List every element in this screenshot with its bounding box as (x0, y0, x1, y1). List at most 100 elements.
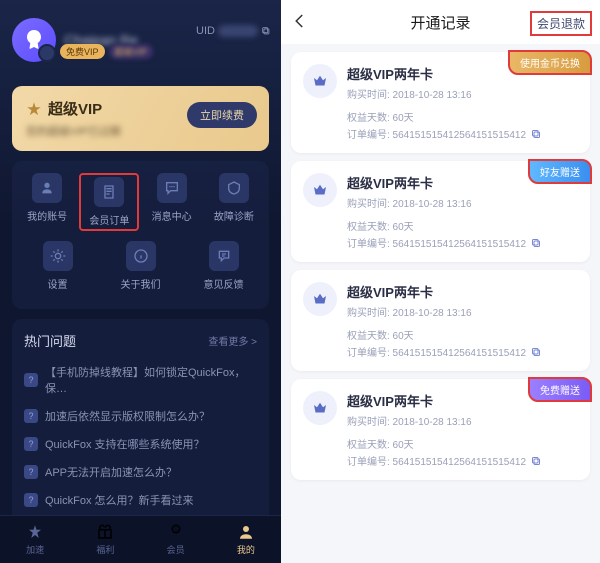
badge-row: 免费VIP 超级VIP (60, 44, 153, 59)
menu-message[interactable]: 消息中心 (142, 173, 202, 231)
bottom-nav: 加速 福利 S 会员 我的 (0, 515, 281, 563)
question-icon: ? (24, 437, 38, 451)
page-title: 开通记录 (410, 12, 470, 33)
menu-diagnose[interactable]: 故障诊断 (204, 173, 264, 231)
menu-feedback[interactable]: 意见反馈 (194, 241, 254, 291)
left-panel: Chaipan Re 免费VIP 超级VIP UID 超级VIP 您的超级VIP… (0, 0, 281, 563)
vip-title: 超级VIP (48, 98, 102, 119)
nav-gift[interactable]: 福利 (75, 523, 135, 556)
right-panel: 开通记录 会员退款 使用金币兑换超级VIP两年卡购买时间: 2018-10-28… (281, 0, 600, 563)
crown-icon (303, 391, 337, 425)
record-purchase: 购买时间: 2018-10-28 13:16 (347, 304, 578, 319)
menu-order[interactable]: 会员订单 (79, 173, 139, 231)
record-days: 权益天数: 60天 (347, 218, 578, 233)
faq-item[interactable]: ? QuickFox 支持在哪些系统使用？ (24, 430, 257, 458)
record-title: 超级VIP两年卡 (347, 282, 578, 301)
vip-card: 超级VIP 您的超级VIP已过期 立即续费 (12, 86, 269, 151)
question-icon: ? (24, 493, 38, 507)
record-purchase: 购买时间: 2018-10-28 13:16 (347, 86, 578, 101)
nav-label: 加速 (26, 543, 44, 556)
nav-speed[interactable]: 加速 (5, 523, 65, 556)
right-header: 开通记录 会员退款 (281, 0, 600, 44)
menu-user[interactable]: 我的账号 (17, 173, 77, 231)
menu-label: 故障诊断 (214, 208, 254, 223)
copy-icon[interactable] (530, 237, 542, 249)
order-icon (94, 177, 124, 207)
copy-icon[interactable] (530, 128, 542, 140)
user-icon (32, 173, 62, 203)
record-card[interactable]: 好友赠送超级VIP两年卡购买时间: 2018-10-28 13:16权益天数: … (291, 161, 590, 262)
record-card[interactable]: 超级VIP两年卡购买时间: 2018-10-28 13:16 权益天数: 60天订… (291, 270, 590, 371)
record-days: 权益天数: 60天 (347, 436, 578, 451)
record-purchase: 购买时间: 2018-10-28 13:16 (347, 413, 578, 428)
uid-row[interactable]: UID (196, 25, 271, 37)
record-tag: 免费赠送 (528, 377, 592, 402)
record-tag: 使用金币兑换 (508, 50, 592, 75)
message-icon (157, 173, 187, 203)
faq-more-link[interactable]: 查看更多 > (208, 333, 257, 348)
question-icon: ? (24, 409, 38, 423)
settings-icon (43, 241, 73, 271)
menu-label: 设置 (48, 276, 68, 291)
record-order: 订单编号: 564151515412564151515412 (347, 126, 578, 141)
records-list: 使用金币兑换超级VIP两年卡购买时间: 2018-10-28 13:16权益天数… (281, 44, 600, 563)
uid-value-blur (218, 25, 258, 37)
feedback-icon (209, 241, 239, 271)
menu-label: 会员订单 (89, 212, 129, 227)
faq-header: 热门问题 查看更多 > (24, 331, 257, 350)
grid-row-1: 我的账号 会员订单 消息中心 故障诊断 (16, 173, 265, 231)
menu-label: 意见反馈 (204, 276, 244, 291)
about-icon (126, 241, 156, 271)
avatar[interactable] (12, 18, 56, 62)
record-tag: 好友赠送 (528, 159, 592, 184)
menu-grid: 我的账号 会员订单 消息中心 故障诊断 设置 关于我们 意见反馈 (12, 161, 269, 309)
grid-row-2: 设置 关于我们 意见反馈 (16, 241, 265, 291)
uid-label: UID (196, 25, 215, 37)
nav-label: 我的 (237, 543, 255, 556)
me-icon (237, 523, 255, 541)
crown-icon (303, 282, 337, 316)
svg-text:S: S (174, 527, 178, 533)
nav-me[interactable]: 我的 (216, 523, 276, 556)
record-order: 订单编号: 564151515412564151515412 (347, 344, 578, 359)
faq-list: ? 【手机防掉线教程】如何锁定QuickFox，保…? 加速后依然显示版权限制怎么办… (24, 358, 257, 514)
faq-item[interactable]: ? QuickFox 怎么用？新手看过来 (24, 486, 257, 514)
record-days: 权益天数: 60天 (347, 327, 578, 342)
record-card[interactable]: 使用金币兑换超级VIP两年卡购买时间: 2018-10-28 13:16权益天数… (291, 52, 590, 153)
faq-text: 加速后依然显示版权限制怎么办？ (45, 408, 210, 424)
faq-text: APP无法开启加速怎么办？ (45, 464, 177, 480)
question-icon: ? (24, 465, 38, 479)
back-button[interactable] (291, 12, 309, 35)
copy-icon[interactable] (530, 455, 542, 467)
faq-text: QuickFox 支持在哪些系统使用？ (45, 436, 205, 452)
gift-icon (96, 523, 114, 541)
record-days: 权益天数: 60天 (347, 109, 578, 124)
crown-icon (303, 173, 337, 207)
faq-text: QuickFox 怎么用？新手看过来 (45, 492, 194, 508)
record-purchase: 购买时间: 2018-10-28 13:16 (347, 195, 578, 210)
menu-settings[interactable]: 设置 (28, 241, 88, 291)
record-card[interactable]: 免费赠送超级VIP两年卡购买时间: 2018-10-28 13:16权益天数: … (291, 379, 590, 480)
faq-panel: 热门问题 查看更多 > ? 【手机防掉线教程】如何锁定QuickFox，保…? 加速… (12, 319, 269, 526)
crown-icon (303, 64, 337, 98)
menu-label: 消息中心 (152, 208, 192, 223)
copy-icon[interactable] (530, 346, 542, 358)
faq-item[interactable]: ? 【手机防掉线教程】如何锁定QuickFox，保… (24, 358, 257, 402)
record-order: 订单编号: 564151515412564151515412 (347, 235, 578, 250)
menu-about[interactable]: 关于我们 (111, 241, 171, 291)
refund-button[interactable]: 会员退款 (530, 11, 592, 36)
nav-label: 会员 (167, 543, 185, 556)
member-icon: S (167, 523, 185, 541)
faq-text: 【手机防掉线教程】如何锁定QuickFox，保… (45, 364, 257, 396)
renew-button[interactable]: 立即续费 (187, 102, 257, 128)
faq-title: 热门问题 (24, 331, 76, 350)
faq-item[interactable]: ? 加速后依然显示版权限制怎么办？ (24, 402, 257, 430)
faq-item[interactable]: ? APP无法开启加速怎么办？ (24, 458, 257, 486)
question-icon: ? (24, 373, 38, 387)
nav-member[interactable]: S 会员 (146, 523, 206, 556)
menu-label: 我的账号 (27, 208, 67, 223)
menu-label: 关于我们 (121, 276, 161, 291)
badge-vip: 免费VIP (60, 44, 105, 59)
record-order: 订单编号: 564151515412564151515412 (347, 453, 578, 468)
nav-label: 福利 (96, 543, 114, 556)
